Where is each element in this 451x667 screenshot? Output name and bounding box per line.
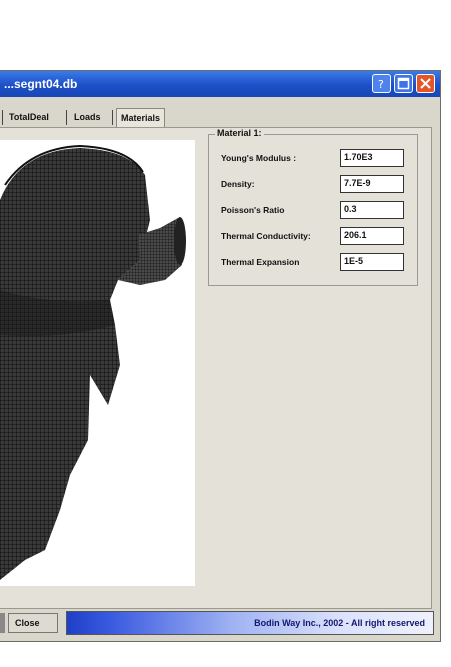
material-groupbox: Material 1: Young's Modulus : 1.70E3 Den… [208, 128, 418, 286]
tab-separator [112, 110, 113, 125]
help-icon: ? [378, 78, 384, 90]
maximize-button[interactable] [394, 74, 413, 93]
button-stub [0, 613, 5, 633]
tab-separator [2, 110, 3, 125]
tab-loads[interactable]: Loads [70, 108, 105, 127]
close-icon [420, 78, 431, 89]
thermal-expansion-field[interactable]: 1E-5 [340, 253, 404, 271]
poissons-ratio-field[interactable]: 0.3 [340, 201, 404, 219]
poissons-ratio-label: Poisson's Ratio [221, 205, 285, 215]
mesh-model [0, 144, 186, 580]
youngs-modulus-label: Young's Modulus : [221, 153, 297, 163]
help-button[interactable]: ? [372, 74, 391, 93]
material-group-title: Material 1: [215, 128, 264, 138]
window-title: ...segnt04.db [4, 77, 78, 91]
svg-text:?: ? [378, 78, 384, 90]
thermal-conductivity-label: Thermal Conductivity: [221, 231, 311, 241]
tab-separator [66, 110, 67, 125]
density-field[interactable]: 7.7E-9 [340, 175, 404, 193]
youngs-modulus-field[interactable]: 1.70E3 [340, 149, 404, 167]
status-bar: Bodin Way Inc., 2002 - All right reserve… [66, 611, 434, 635]
thermal-conductivity-field[interactable]: 206.1 [340, 227, 404, 245]
tab-totaldeal[interactable]: TotalDeal [5, 108, 53, 127]
application-window: ...segnt04.db ? TotalDeal Loads Material… [0, 70, 441, 642]
close-button[interactable]: Close [8, 613, 58, 633]
density-label: Density: [221, 179, 255, 189]
thermal-expansion-label: Thermal Expansion [221, 257, 300, 267]
tab-panel: Material 1: Young's Modulus : 1.70E3 Den… [0, 127, 432, 609]
close-window-button[interactable] [416, 74, 435, 93]
copyright-text: Bodin Way Inc., 2002 - All right reserve… [254, 618, 425, 628]
mesh-viewport[interactable] [0, 140, 195, 586]
tab-materials[interactable]: Materials [116, 108, 166, 127]
maximize-icon [397, 77, 410, 90]
title-bar[interactable]: ...segnt04.db ? [0, 71, 440, 97]
